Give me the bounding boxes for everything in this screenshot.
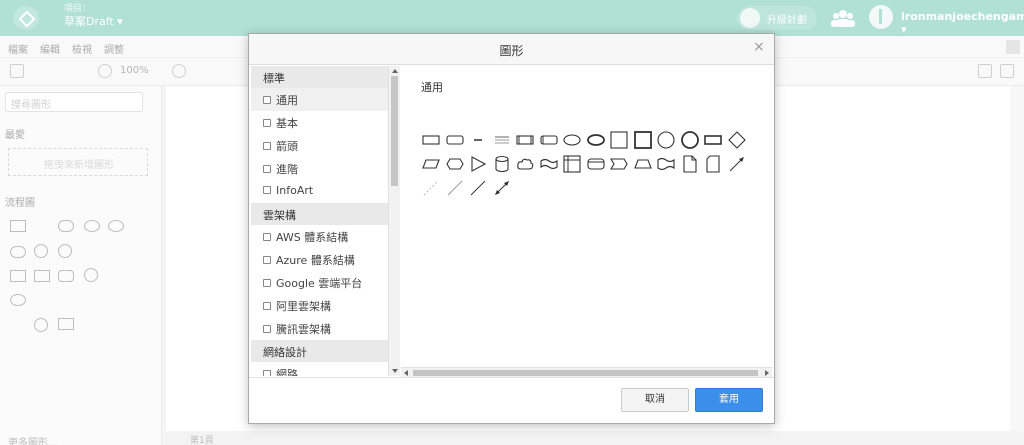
checkbox[interactable]	[263, 279, 271, 287]
parallelogram-shape-icon[interactable]	[421, 154, 441, 174]
shape-gallery: 通用	[401, 66, 774, 365]
tape-shape-icon[interactable]	[539, 154, 559, 174]
note-shape-icon[interactable]	[703, 154, 723, 174]
diamond-shape-icon[interactable]	[727, 130, 747, 150]
line-dashed-shape-icon[interactable]	[421, 178, 441, 198]
cylinder-shape-icon[interactable]	[492, 154, 512, 174]
hexagon-shape-icon[interactable]	[445, 154, 465, 174]
category-list: 標準通用基本箭頭進階 InfoArt 雲架構 AWS 體系結構 Azure 體系結構 Go…	[251, 66, 388, 376]
category-item[interactable]: 騰訊雲架構	[251, 317, 388, 340]
category-label: 基本	[276, 117, 298, 130]
wave-shape-icon[interactable]	[656, 154, 676, 174]
close-icon[interactable]: ×	[753, 39, 765, 55]
square-shape-icon[interactable]	[609, 130, 629, 150]
arrow-line-shape-icon[interactable]	[727, 154, 747, 174]
category-item[interactable]: 箭頭	[251, 134, 388, 157]
category-item[interactable]: InfoArt	[251, 180, 388, 203]
category-item[interactable]: 網路	[251, 362, 388, 376]
card-shape-icon[interactable]	[586, 154, 606, 174]
category-item[interactable]: 阿里雲架構	[251, 294, 388, 317]
category-label: 騰訊雲架構	[276, 323, 331, 336]
category-item[interactable]: 通用	[251, 88, 388, 111]
category-item[interactable]: 基本	[251, 111, 388, 134]
gallery-scrollbar[interactable]	[401, 367, 772, 377]
category-item[interactable]: Azure 體系結構	[251, 248, 388, 271]
text-shape-icon[interactable]	[468, 130, 488, 150]
scroll-right-arrow-icon[interactable]	[765, 370, 769, 376]
circle-shape-icon[interactable]	[656, 130, 676, 150]
square-bold-shape-icon[interactable]	[633, 130, 653, 150]
category-scrollbar[interactable]	[388, 66, 400, 376]
category-label: 通用	[276, 94, 298, 107]
checkbox[interactable]	[263, 233, 271, 241]
category-item[interactable]: 進階	[251, 157, 388, 180]
checkbox[interactable]	[263, 165, 271, 173]
category-label: InfoArt	[276, 184, 314, 197]
checkbox[interactable]	[263, 370, 271, 376]
scroll-thumb[interactable]	[391, 76, 398, 186]
rounded-process-shape-icon[interactable]	[539, 130, 559, 150]
category-group: 標準	[251, 66, 388, 88]
scroll-down-arrow-icon[interactable]	[392, 369, 398, 373]
gallery-title: 通用	[421, 81, 443, 94]
textblock-shape-icon[interactable]	[492, 130, 512, 150]
ellipse-shape-icon[interactable]	[562, 130, 582, 150]
checkbox[interactable]	[263, 96, 271, 104]
checkbox[interactable]	[263, 325, 271, 333]
scroll-left-arrow-icon[interactable]	[404, 370, 408, 376]
triangle-shape-icon[interactable]	[468, 154, 488, 174]
category-label: 箭頭	[276, 140, 298, 153]
category-group: 雲架構	[251, 203, 388, 225]
dialog-title: 圖形	[499, 44, 524, 58]
category-label: 進階	[276, 163, 298, 176]
category-label: AWS 體系結構	[276, 231, 349, 244]
step-shape-icon[interactable]	[609, 154, 629, 174]
category-label: 阿里雲架構	[276, 300, 331, 313]
line-double-arrow-shape-icon[interactable]	[492, 178, 512, 198]
checkbox[interactable]	[263, 119, 271, 127]
checkbox[interactable]	[263, 302, 271, 310]
circle-bold-shape-icon[interactable]	[680, 130, 700, 150]
document-shape-icon[interactable]	[680, 154, 700, 174]
shapes-dialog: 圖形 × 標準通用基本箭頭進階 InfoArt 雲架構 AWS 體系結構 Azure 體…	[248, 33, 775, 424]
cloud-shape-icon[interactable]	[515, 154, 535, 174]
hscroll-thumb[interactable]	[413, 370, 758, 376]
category-label: 網路	[276, 368, 298, 376]
rect-shape-icon[interactable]	[421, 130, 441, 150]
rounded-rect-shape-icon[interactable]	[445, 130, 465, 150]
line-light-shape-icon[interactable]	[445, 178, 465, 198]
trapezoid-shape-icon[interactable]	[633, 154, 653, 174]
process-bar-shape-icon[interactable]	[703, 130, 723, 150]
category-item[interactable]: Google 雲端平台	[251, 271, 388, 294]
category-group: 網絡設計	[251, 340, 388, 362]
category-label: Azure 體系結構	[276, 254, 355, 267]
category-item[interactable]: AWS 體系結構	[251, 225, 388, 248]
cancel-button[interactable]: 取消	[621, 388, 689, 412]
dialog-footer: 取消 套用	[249, 377, 774, 423]
scroll-up-arrow-icon[interactable]	[392, 69, 398, 73]
checkbox[interactable]	[263, 186, 271, 194]
checkbox[interactable]	[263, 256, 271, 264]
line-diag-shape-icon[interactable]	[468, 178, 488, 198]
apply-button[interactable]: 套用	[695, 388, 763, 412]
checkbox[interactable]	[263, 142, 271, 150]
ellipse-bold-shape-icon[interactable]	[586, 130, 606, 150]
internal-storage-shape-icon[interactable]	[562, 154, 582, 174]
category-label: Google 雲端平台	[276, 277, 363, 290]
process-shape-icon[interactable]	[515, 130, 535, 150]
dialog-header: 圖形 ×	[249, 34, 774, 65]
